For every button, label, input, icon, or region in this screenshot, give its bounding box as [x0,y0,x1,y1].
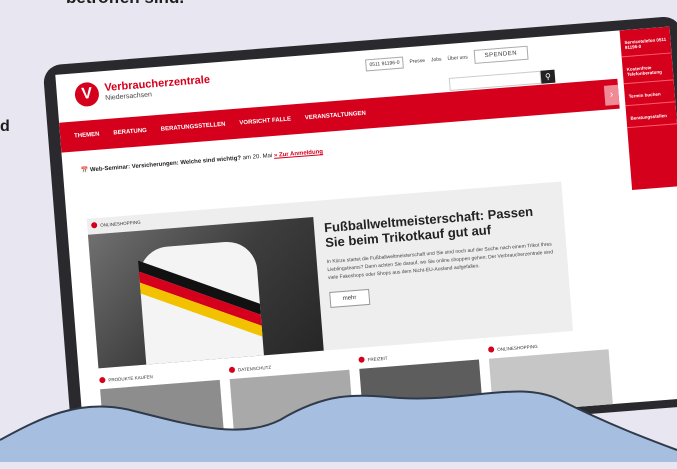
article-card[interactable]: DATENSCHUTZ [228,358,354,437]
more-button[interactable]: mehr [329,288,370,308]
category-icon [228,366,236,374]
article-card[interactable]: ONLINESHOPPING [487,337,614,417]
phone-link[interactable]: 0511 91196-0 [365,56,404,72]
category-icon [358,356,365,363]
laptop-frame: V Verbraucherzentrale Niedersachsen 0511… [38,0,677,469]
topbar-link-jobs[interactable]: Jobs [431,57,442,64]
category-icon [90,222,98,229]
article-card[interactable]: FREIZEIT [358,348,484,427]
sidebar-item-servicetelefon[interactable]: Servicetelefon 0511 91196-0 [619,26,672,58]
webinar-label: Web-Seminar: Versicherungen: Welche sind… [89,155,242,174]
nav-item-vorsicht-falle[interactable]: VORSICHT FALLE [239,117,291,127]
category-icon [99,376,106,384]
jersey-image[interactable] [87,217,324,369]
card-category-label: DATENSCHUTZ [237,364,272,372]
nav-item-beratungsstellen[interactable]: BERATUNGSSTELLEN [161,122,226,133]
teaser-category: ONLINESHOPPING [90,219,141,229]
donate-button[interactable]: SPENDEN [473,45,529,64]
card-thumbnail [100,379,225,446]
webinar-banner: 📅 Web-Seminar: Versicherungen: Welche si… [81,148,324,174]
card-category-label: ONLINESHOPPING [496,343,538,352]
background-text-left: d [0,118,10,135]
brand-name[interactable]: Verbraucherzentrale [104,74,210,94]
featured-article[interactable]: ONLINESHOPPING Fußballweltmeisterschaft:… [86,181,573,369]
website-screen: V Verbraucherzentrale Niedersachsen 0511… [55,26,677,446]
sidebar-item-telefonberatung[interactable]: Kostenfreie Telefonberatung [621,53,674,85]
nav-item-beratung[interactable]: BERATUNG [113,128,147,137]
service-sidebar: Servicetelefon 0511 91196-0 Kostenfreie … [619,26,677,190]
category-icon [487,346,495,353]
nav-item-themen[interactable]: THEMEN [74,132,100,140]
nav-item-veranstaltungen[interactable]: VERANSTALTUNGEN [305,111,366,122]
logo-icon[interactable]: V [74,81,100,108]
teaser-text-block: Fußballweltmeisterschaft: Passen Sie bei… [324,202,560,308]
topbar-link-about[interactable]: Über uns [447,54,468,62]
webinar-register-link[interactable]: » Zur Anmeldung [274,149,323,159]
top-utility-bar: 0511 91196-0 Presse Jobs Über uns SPENDE… [365,45,529,73]
chevron-right-icon[interactable]: › [603,84,620,106]
sidebar-item-beratungsstellen[interactable]: Beratungsstellen [625,102,677,129]
calendar-icon: 📅 [80,167,89,175]
article-card[interactable]: PRODUKTE KAUFEN Vorläufiges ... [99,368,225,446]
card-category-label: FREIZEIT [367,355,388,362]
webinar-date: am 20. Mai [242,153,273,162]
search-icon[interactable]: ⚲ [540,69,556,84]
card-category-label: PRODUKTE KAUFEN [108,373,153,383]
topbar-link-presse[interactable]: Presse [409,58,425,65]
teaser-category-label: ONLINESHOPPING [100,219,141,228]
